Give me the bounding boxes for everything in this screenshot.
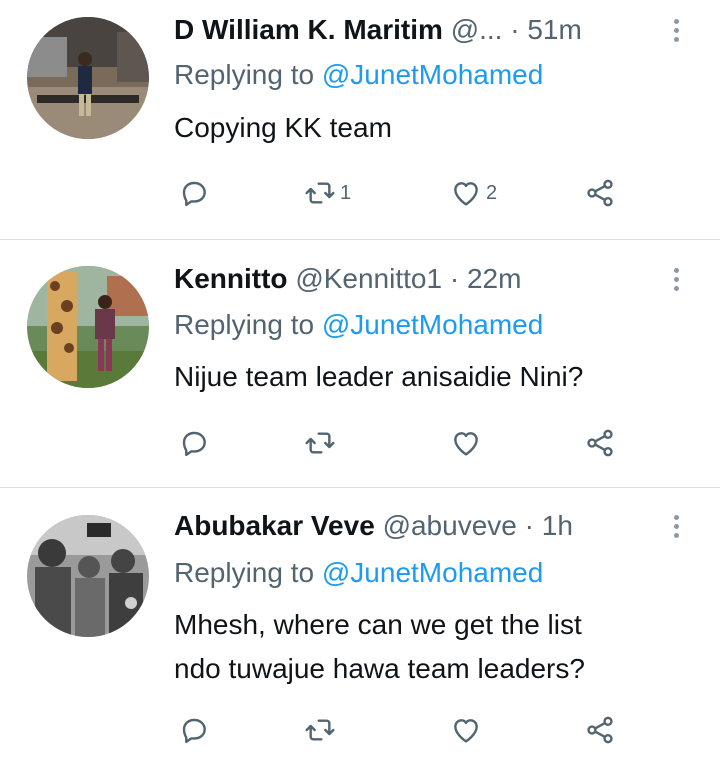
share-button[interactable]	[584, 710, 616, 750]
author-name[interactable]: Kennitto	[174, 263, 288, 294]
tweet-text: Mhesh, where can we get the list ndo tuw…	[174, 603, 674, 691]
author-handle[interactable]: @...	[451, 14, 503, 45]
reply-icon	[182, 181, 206, 207]
like-button[interactable]	[450, 710, 486, 750]
author-name[interactable]: Abubakar Veve	[174, 510, 375, 541]
tweet-text: Nijue team leader anisaidie Nini?	[174, 355, 674, 399]
share-button[interactable]	[584, 423, 616, 463]
replying-label: Replying to	[174, 59, 315, 90]
replying-label: Replying to	[174, 557, 315, 588]
timestamp[interactable]: 51m	[527, 14, 581, 45]
tweet-text-line: Copying KK team	[174, 112, 392, 143]
tweet-text-line: ndo tuwajue hawa team leaders?	[174, 653, 585, 684]
separator-dot: ·	[510, 14, 520, 45]
tweet-header: Kennitto @Kennitto1 · 22m	[174, 262, 521, 296]
more-icon[interactable]	[668, 262, 684, 296]
tweet-actions	[174, 710, 634, 750]
retweet-count: 1	[340, 181, 352, 204]
reply-icon	[182, 431, 206, 457]
share-icon	[587, 179, 613, 207]
replying-to: Replying to @JunetMohamed	[174, 58, 543, 92]
tweet-actions: 1 2	[174, 173, 634, 213]
like-button[interactable]: 2	[450, 173, 497, 213]
retweet-button[interactable]	[304, 423, 340, 463]
share-icon	[587, 429, 613, 457]
tweet-text: Copying KK team	[174, 106, 674, 150]
like-icon	[454, 719, 478, 743]
tweet-header: D William K. Maritim @... · 51m	[174, 13, 582, 47]
tweet-text-line: Mhesh, where can we get the list	[174, 609, 582, 640]
tweet[interactable]: D William K. Maritim @... · 51m Replying…	[0, 0, 720, 240]
like-count: 2	[486, 181, 498, 204]
tweet-header: Abubakar Veve @abuveve · 1h	[174, 509, 573, 543]
reply-button[interactable]	[178, 710, 210, 750]
separator-dot: ·	[449, 263, 460, 294]
more-icon[interactable]	[668, 509, 684, 543]
timestamp[interactable]: 1h	[542, 510, 573, 541]
author-handle[interactable]: @abuveve	[383, 510, 517, 541]
retweet-icon	[305, 182, 335, 204]
replying-label: Replying to	[174, 309, 315, 340]
replying-mention-link[interactable]: @JunetMohamed	[322, 59, 543, 90]
avatar[interactable]	[27, 266, 149, 388]
like-button[interactable]	[450, 423, 486, 463]
more-icon[interactable]	[668, 13, 684, 47]
avatar[interactable]	[27, 515, 149, 637]
like-icon	[454, 432, 478, 456]
avatar[interactable]	[27, 17, 149, 139]
tweet[interactable]: Abubakar Veve @abuveve · 1h Replying to …	[0, 488, 720, 776]
replying-mention-link[interactable]: @JunetMohamed	[322, 309, 543, 340]
replying-to: Replying to @JunetMohamed	[174, 308, 543, 342]
reply-button[interactable]	[178, 173, 210, 213]
retweet-icon	[305, 719, 335, 741]
replying-to: Replying to @JunetMohamed	[174, 556, 543, 590]
like-icon	[454, 182, 478, 206]
tweet[interactable]: Kennitto @Kennitto1 · 22m Replying to @J…	[0, 240, 720, 488]
tweet-text-line: Nijue team leader anisaidie Nini?	[174, 361, 584, 392]
reply-icon	[182, 718, 206, 744]
timestamp[interactable]: 22m	[467, 263, 521, 294]
author-name[interactable]: D William K. Maritim	[174, 14, 443, 45]
retweet-icon	[305, 432, 335, 454]
separator-dot: ·	[524, 510, 534, 541]
share-button[interactable]	[584, 173, 616, 213]
author-handle[interactable]: @Kennitto1	[295, 263, 442, 294]
replying-mention-link[interactable]: @JunetMohamed	[322, 557, 543, 588]
retweet-button[interactable]	[304, 710, 340, 750]
retweet-button[interactable]: 1	[304, 173, 351, 213]
reply-button[interactable]	[178, 423, 210, 463]
tweet-actions	[174, 423, 634, 463]
share-icon	[587, 716, 613, 744]
